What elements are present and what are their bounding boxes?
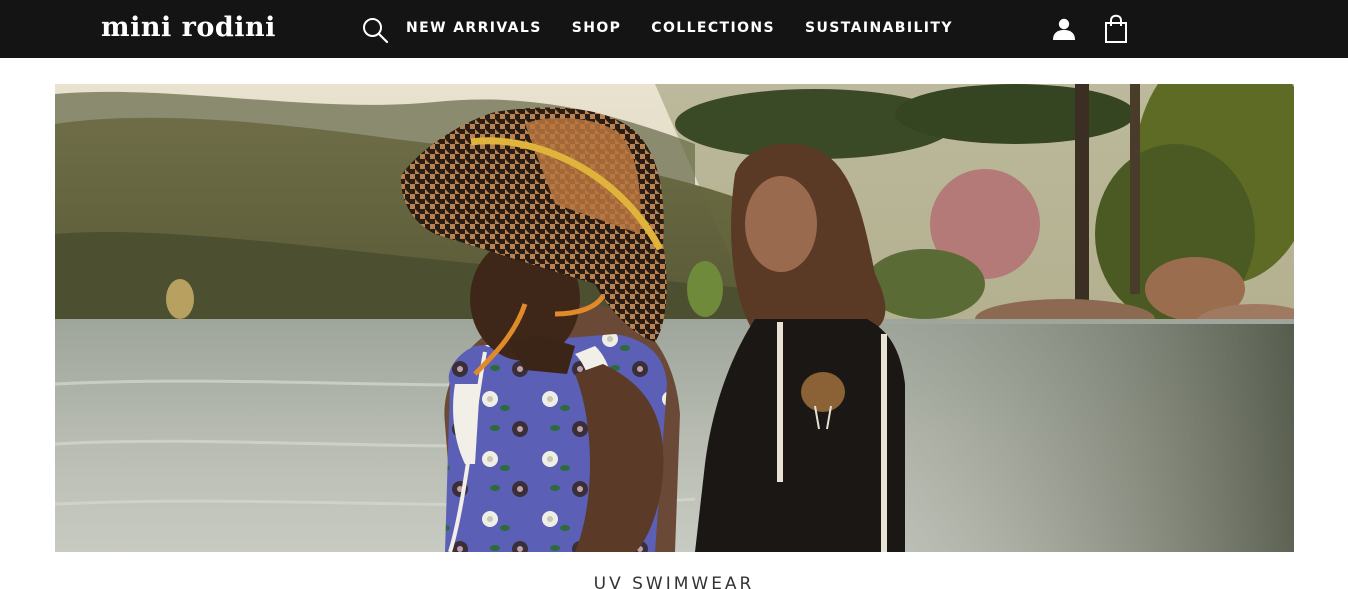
hero-banner[interactable] — [55, 84, 1294, 552]
hero-caption[interactable]: UV SWIMWEAR — [0, 574, 1348, 589]
search-icon[interactable] — [360, 15, 390, 45]
brand-logo[interactable]: mini rodini — [101, 12, 276, 44]
nav-new-arrivals[interactable]: NEW ARRIVALS — [406, 20, 542, 36]
user-icon[interactable] — [1051, 16, 1077, 42]
nav-sustainability[interactable]: SUSTAINABILITY — [805, 20, 953, 36]
site-header: mini rodini NEW ARRIVALS SHOP COLLECTION… — [0, 0, 1348, 58]
hero-image — [55, 84, 1294, 552]
nav-shop[interactable]: SHOP — [572, 20, 622, 36]
main-nav: NEW ARRIVALS SHOP COLLECTIONS SUSTAINABI… — [406, 18, 983, 38]
shopping-bag-icon[interactable] — [1103, 14, 1129, 44]
nav-collections[interactable]: COLLECTIONS — [651, 20, 775, 36]
